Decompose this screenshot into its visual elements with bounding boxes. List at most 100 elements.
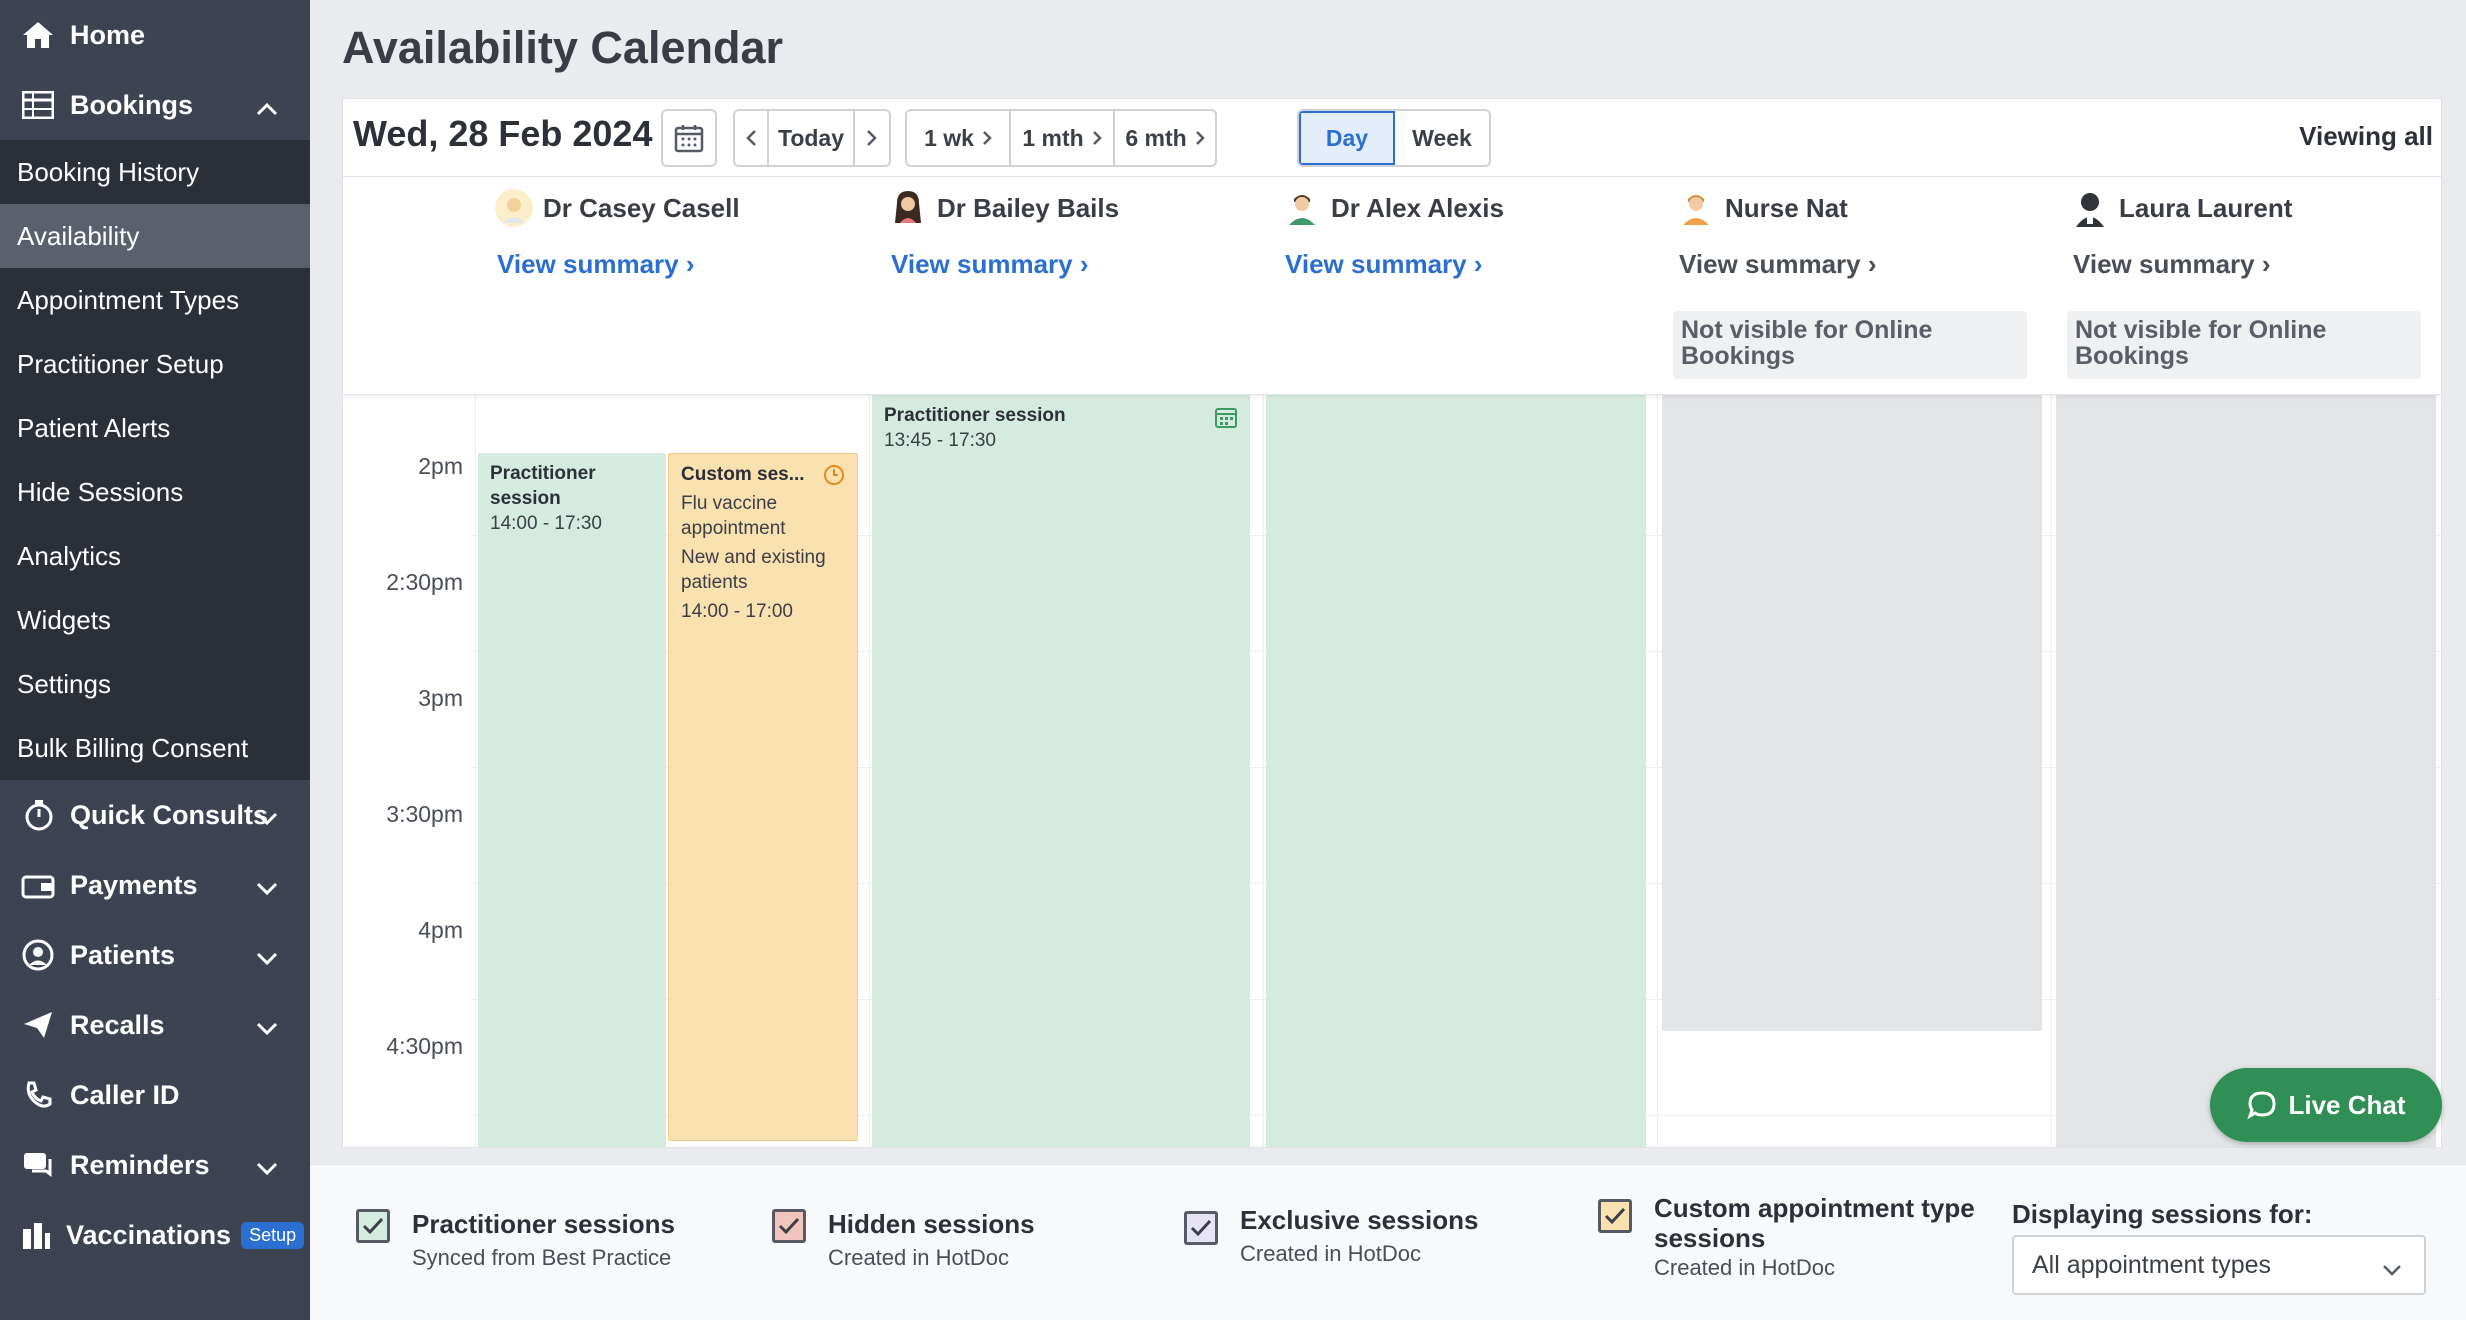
viewing-all-label[interactable]: Viewing all [2299,121,2433,152]
avatar [495,189,533,227]
view-summary-text: View summary [497,249,679,279]
chevron-right-icon [867,130,877,146]
legend-item-custom[interactable]: Custom appointment type sessions Created … [1598,1193,1978,1281]
nav-vaccinations-label: Vaccinations [66,1219,232,1250]
nav-caller-id[interactable]: Caller ID [0,1060,310,1130]
jump-6-month-label: 6 mth [1125,124,1187,151]
practitioner-name: Dr Casey Casell [495,189,740,227]
column-nat [1657,395,2051,1147]
day-view-button[interactable]: Day [1299,111,1395,165]
legend-bar: Practitioner sessions Synced from Best Pr… [310,1164,2466,1320]
view-summary-link[interactable]: View summary › [2073,249,2271,280]
vaccine-vials-icon [20,1217,52,1253]
nav-recalls[interactable]: Recalls [0,990,310,1060]
chat-bubble-icon [2247,1091,2276,1120]
sidebar: Home Bookings Booking History Availabili… [0,0,310,1320]
view-toggle: Day Week [1297,109,1491,167]
phone-icon [20,1077,56,1113]
view-summary-link[interactable]: View summary › [1285,249,1483,280]
sidebar-item-analytics[interactable]: Analytics [0,524,310,588]
jump-1-week-button[interactable]: 1 wk [907,111,1011,165]
chevron-down-icon[interactable] [256,1152,278,1183]
practitioner-name-text: Laura Laurent [2119,192,2293,223]
time-axis: 2pm 2:30pm 3pm 3:30pm 4pm 4:30pm [343,395,471,1147]
view-summary-link[interactable]: View summary › [1679,249,1877,280]
view-summary-text: View summary [1679,249,1861,279]
nav-quick-consults[interactable]: Quick Consults [0,780,310,850]
practitioner-session-block[interactable]: Practitioner session 14:00 - 17:30 [478,453,666,1147]
page-title: Availability Calendar [342,22,783,73]
stopwatch-icon [20,797,56,833]
legend-checkbox[interactable] [1184,1211,1218,1245]
chevron-right-icon: › [1867,249,1877,279]
practitioner-name-text: Nurse Nat [1725,192,1848,223]
legend-checkbox[interactable] [1598,1199,1632,1233]
legend-checkbox[interactable] [772,1209,806,1243]
prev-day-button[interactable] [735,111,769,165]
nav-quick-consults-label: Quick Consults [70,799,269,830]
session-block[interactable] [1662,395,2042,1031]
nav-reminders[interactable]: Reminders [0,1130,310,1200]
chevron-down-icon[interactable] [256,802,278,833]
synced-calendar-icon [1214,405,1238,436]
not-visible-notice: Not visible for Online Bookings [2067,311,2421,379]
practitioner-name-text: Dr Bailey Bails [937,192,1120,223]
chevron-right-icon: › [1079,249,1089,279]
range-jump-group: 1 wk 1 mth 6 mth [905,109,1217,167]
practitioner-session-block[interactable] [1266,395,1646,1147]
legend-item-practitioner[interactable]: Practitioner sessions Synced from Best Pr… [356,1209,675,1271]
legend-subtitle: Synced from Best Practice [412,1245,672,1270]
chevron-up-icon[interactable] [256,92,278,123]
chevron-down-icon[interactable] [256,872,278,903]
chevron-right-icon [983,131,992,145]
avatar [1283,189,1321,227]
displaying-sessions-label: Displaying sessions for: [2012,1199,2313,1229]
today-button[interactable]: Today [769,111,855,165]
jump-6-month-button[interactable]: 6 mth [1115,111,1215,165]
jump-1-week-label: 1 wk [924,124,974,151]
setup-badge: Setup [241,1221,305,1249]
chevron-left-icon [746,130,756,146]
live-chat-button[interactable]: Live Chat [2210,1068,2442,1142]
practitioner-session-block[interactable]: Practitioner session 13:45 - 17:30 [872,395,1250,1147]
check-icon [778,1217,800,1235]
nav-vaccinations[interactable]: Vaccinations Setup [0,1200,310,1270]
legend-item-hidden[interactable]: Hidden sessions Created in HotDoc [772,1209,1035,1271]
avatar [1677,189,1715,227]
sidebar-item-appointment-types[interactable]: Appointment Types [0,268,310,332]
nav-patients[interactable]: Patients [0,920,310,990]
day-navigation: Today [733,109,891,167]
nav-home[interactable]: Home [0,0,310,70]
jump-1-month-button[interactable]: 1 mth [1011,111,1115,165]
calendar-picker-button[interactable] [661,109,717,167]
chevron-down-icon[interactable] [256,942,278,973]
custom-session-block[interactable]: Custom ses... Flu vaccine appointment Ne… [668,453,858,1141]
time-label: 3pm [418,685,463,711]
sidebar-item-availability[interactable]: Availability [0,204,310,268]
sidebar-item-patient-alerts[interactable]: Patient Alerts [0,396,310,460]
week-view-button[interactable]: Week [1395,111,1489,165]
sidebar-item-practitioner-setup[interactable]: Practitioner Setup [0,332,310,396]
view-summary-link[interactable]: View summary › [891,249,1089,280]
nav-payments[interactable]: Payments [0,850,310,920]
chevron-down-icon[interactable] [256,1012,278,1043]
calendar-panel: Wed, 28 Feb 2024 Today 1 wk 1 mth 6 mth … [342,98,2442,1148]
sidebar-item-bulk-billing-consent[interactable]: Bulk Billing Consent [0,716,310,780]
appointment-type-select[interactable]: All appointment types [2012,1235,2426,1295]
view-summary-link[interactable]: View summary › [497,249,695,280]
sidebar-item-widgets[interactable]: Widgets [0,588,310,652]
legend-item-exclusive[interactable]: Exclusive sessions Created in HotDoc [1184,1205,1478,1267]
legend-checkbox[interactable] [356,1209,390,1243]
practitioner-name: Nurse Nat [1677,189,1848,227]
practitioner-name-text: Dr Casey Casell [543,192,740,223]
nav-patients-label: Patients [70,939,176,970]
time-label: 3:30pm [386,801,463,827]
calendar-grid: 2pm 2:30pm 3pm 3:30pm 4pm 4:30pm Practit… [343,395,2441,1147]
time-label: 2pm [418,453,463,479]
sidebar-item-hide-sessions[interactable]: Hide Sessions [0,460,310,524]
sidebar-item-settings[interactable]: Settings [0,652,310,716]
session-block[interactable] [2056,395,2436,1147]
next-day-button[interactable] [855,111,889,165]
sidebar-item-booking-history[interactable]: Booking History [0,140,310,204]
nav-bookings[interactable]: Bookings [0,70,310,140]
